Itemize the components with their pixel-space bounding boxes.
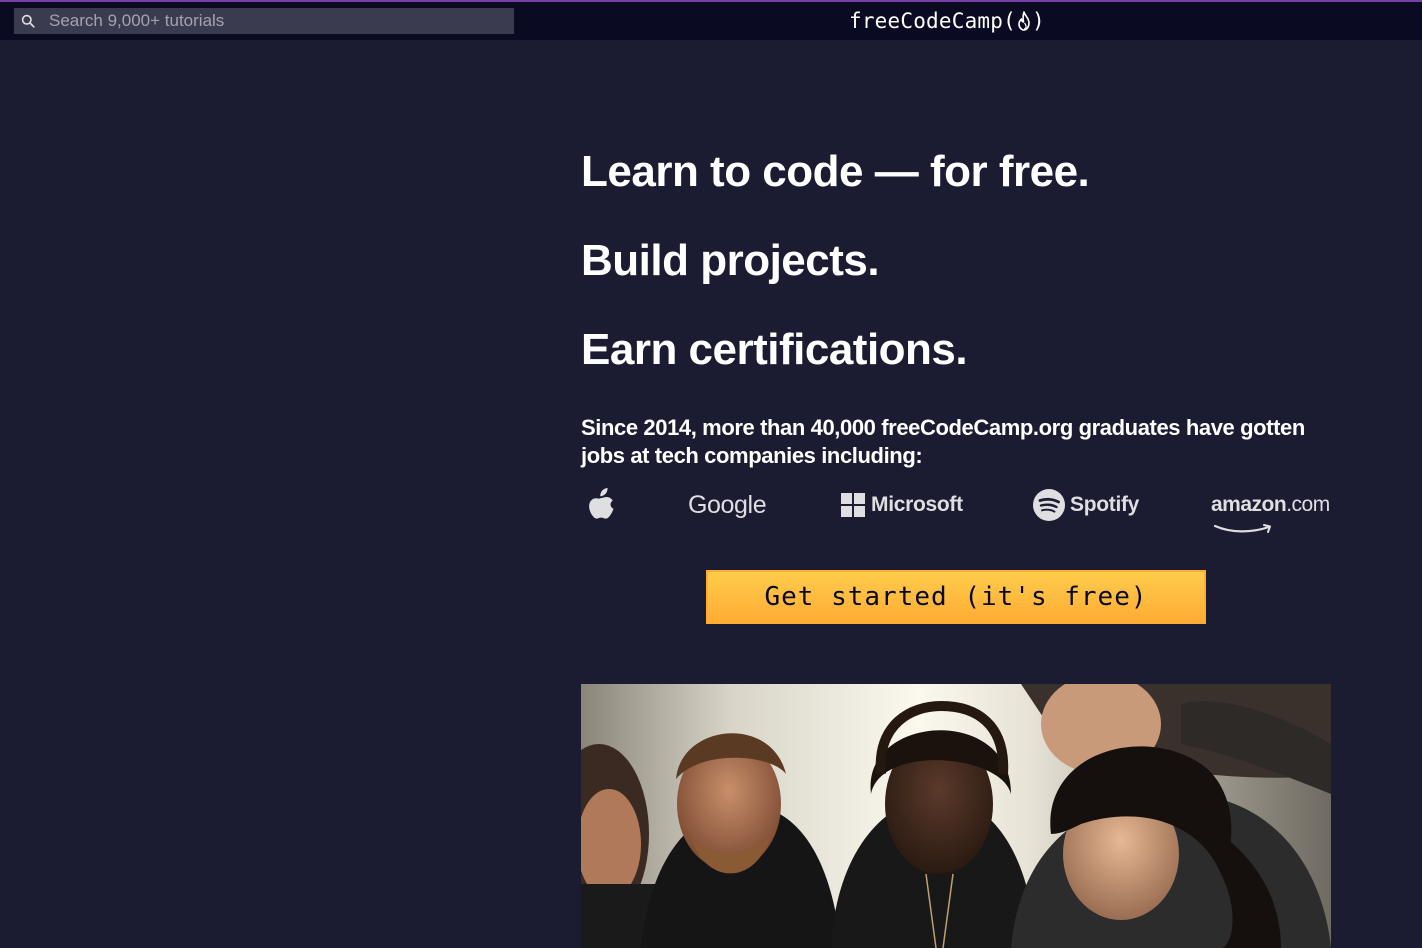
brand-logo[interactable]: freeCodeCamp( ): [849, 6, 1045, 36]
headline-earn: Earn certifications.: [581, 325, 968, 374]
brand-close: ): [1031, 9, 1045, 33]
microsoft-logo: Microsoft: [841, 482, 963, 528]
students-photo: [581, 684, 1331, 948]
windows-icon: [841, 493, 865, 517]
flame-icon: [1018, 11, 1030, 31]
headline-build: Build projects.: [581, 236, 880, 285]
apple-logo: [585, 482, 617, 528]
spotify-label: Spotify: [1070, 493, 1140, 516]
amazon-wordmark: amazon.com: [1211, 493, 1330, 533]
navbar: freeCodeCamp( ): [0, 2, 1422, 40]
microsoft-label: Microsoft: [871, 493, 963, 516]
amazon-logo: amazon.com: [1211, 482, 1330, 533]
amazon-label: amazon: [1211, 493, 1287, 516]
apple-icon: [589, 488, 614, 519]
amazon-suffix: .com: [1286, 493, 1330, 516]
graduates-text: Since 2014, more than 40,000 freeCodeCam…: [581, 415, 1305, 468]
spotify-logo: Spotify: [1032, 482, 1139, 528]
brand-text: freeCodeCamp(: [849, 9, 1016, 33]
get-started-button[interactable]: Get started (it's free): [706, 570, 1206, 624]
spotify-icon: [1033, 489, 1065, 521]
students-photo-image: [581, 684, 1331, 948]
amazon-smile-icon: [1213, 524, 1271, 533]
company-logos: Google Microsoft Spotify amazon.com: [581, 482, 1331, 533]
search-input[interactable]: [49, 8, 509, 34]
headline-learn: Learn to code — for free.: [581, 147, 1090, 196]
google-logo: Google: [688, 490, 767, 519]
search-box[interactable]: [14, 8, 514, 34]
search-icon: [21, 14, 35, 28]
